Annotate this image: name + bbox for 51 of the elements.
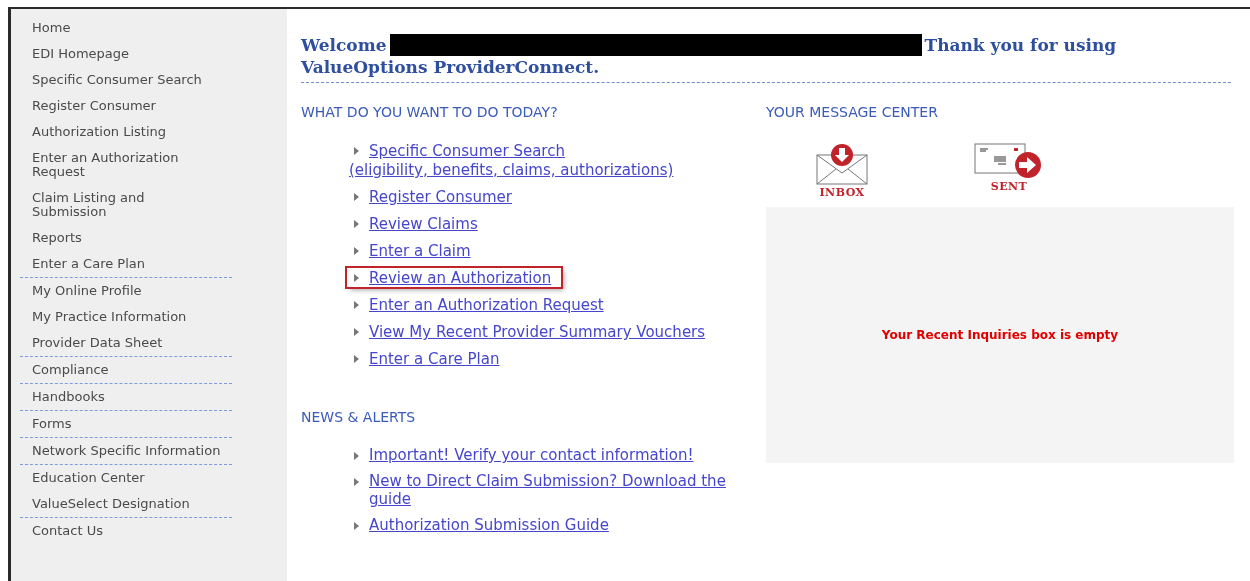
- bullet-arrow-icon: [353, 355, 359, 363]
- sidebar-link[interactable]: Forms: [11, 411, 222, 437]
- sidebar-link[interactable]: ValueSelect Designation: [11, 491, 222, 517]
- bullet-arrow-icon: [353, 247, 359, 255]
- task-link[interactable]: Review Claims: [369, 215, 478, 233]
- bullet-arrow-icon: [353, 328, 359, 336]
- bullet-arrow-icon: [353, 274, 359, 282]
- news-link[interactable]: Authorization Submission Guide: [369, 516, 769, 534]
- envelope-right-arrow-icon[interactable]: [974, 143, 1044, 179]
- bullet-arrow-icon: [353, 301, 359, 309]
- empty-message: Your Recent Inquiries box is empty: [881, 328, 1119, 342]
- sidebar-link[interactable]: Reports: [11, 225, 222, 251]
- news-link[interactable]: Important! Verify your contact information!: [369, 446, 769, 464]
- bullet-arrow-icon: [353, 147, 359, 155]
- welcome-heading: Welcome Thank you for using ValueOptions ProviderConnect.: [301, 34, 1231, 83]
- sidebar-link[interactable]: Network Specific Information: [11, 438, 222, 464]
- task-link[interactable]: Register Consumer: [369, 188, 512, 206]
- sidebar-link[interactable]: Education Center: [11, 465, 222, 491]
- task-link-note[interactable]: (eligibility, benefits, claims, authorizations): [349, 161, 674, 179]
- section-heading: YOUR MESSAGE CENTER: [766, 103, 939, 121]
- sidebar-link[interactable]: Handbooks: [11, 384, 222, 410]
- sidebar-link[interactable]: Authorization Listing: [11, 119, 222, 145]
- section-heading: WHAT DO YOU WANT TO DO TODAY?: [301, 103, 559, 121]
- sidebar-link[interactable]: Enter a Care Plan: [11, 251, 222, 277]
- bullet-arrow-icon: [353, 193, 359, 201]
- mailbox-label[interactable]: INBOX: [819, 186, 865, 199]
- section-heading: NEWS & ALERTS: [301, 408, 417, 426]
- sidebar-link[interactable]: Specific Consumer Search: [11, 67, 222, 93]
- bullet-arrow-icon: [353, 478, 359, 486]
- sidebar-link[interactable]: Home: [11, 15, 222, 41]
- sidebar-link[interactable]: Enter an Authorization Request: [11, 145, 222, 185]
- sidebar-link[interactable]: Register Consumer: [11, 93, 222, 119]
- bullet-arrow-icon: [353, 522, 359, 530]
- envelope-down-arrow-icon[interactable]: [816, 143, 868, 185]
- news-link[interactable]: New to Direct Claim Submission? Download the guide: [369, 472, 769, 508]
- task-link[interactable]: Review an Authorization: [369, 269, 552, 287]
- task-link[interactable]: Enter a Care Plan: [369, 350, 500, 368]
- bullet-arrow-icon: [353, 452, 359, 460]
- task-link[interactable]: Enter a Claim: [369, 242, 471, 260]
- sidebar-link[interactable]: Claim Listing and Submission: [11, 185, 222, 225]
- sidebar-link[interactable]: EDI Homepage: [11, 41, 222, 67]
- sidebar-link[interactable]: Contact Us: [11, 518, 222, 544]
- sidebar-link[interactable]: Provider Data Sheet: [11, 330, 222, 356]
- task-link[interactable]: Specific Consumer Search: [369, 142, 565, 160]
- task-link[interactable]: View My Recent Provider Summary Vouchers: [369, 323, 706, 341]
- sidebar-link[interactable]: My Practice Information: [11, 304, 222, 330]
- task-link[interactable]: Enter an Authorization Request: [369, 296, 604, 314]
- sidebar-link[interactable]: My Online Profile: [11, 278, 222, 304]
- bullet-arrow-icon: [353, 220, 359, 228]
- mailbox-label[interactable]: SENT: [990, 180, 1028, 193]
- sidebar-link[interactable]: Compliance: [11, 357, 222, 383]
